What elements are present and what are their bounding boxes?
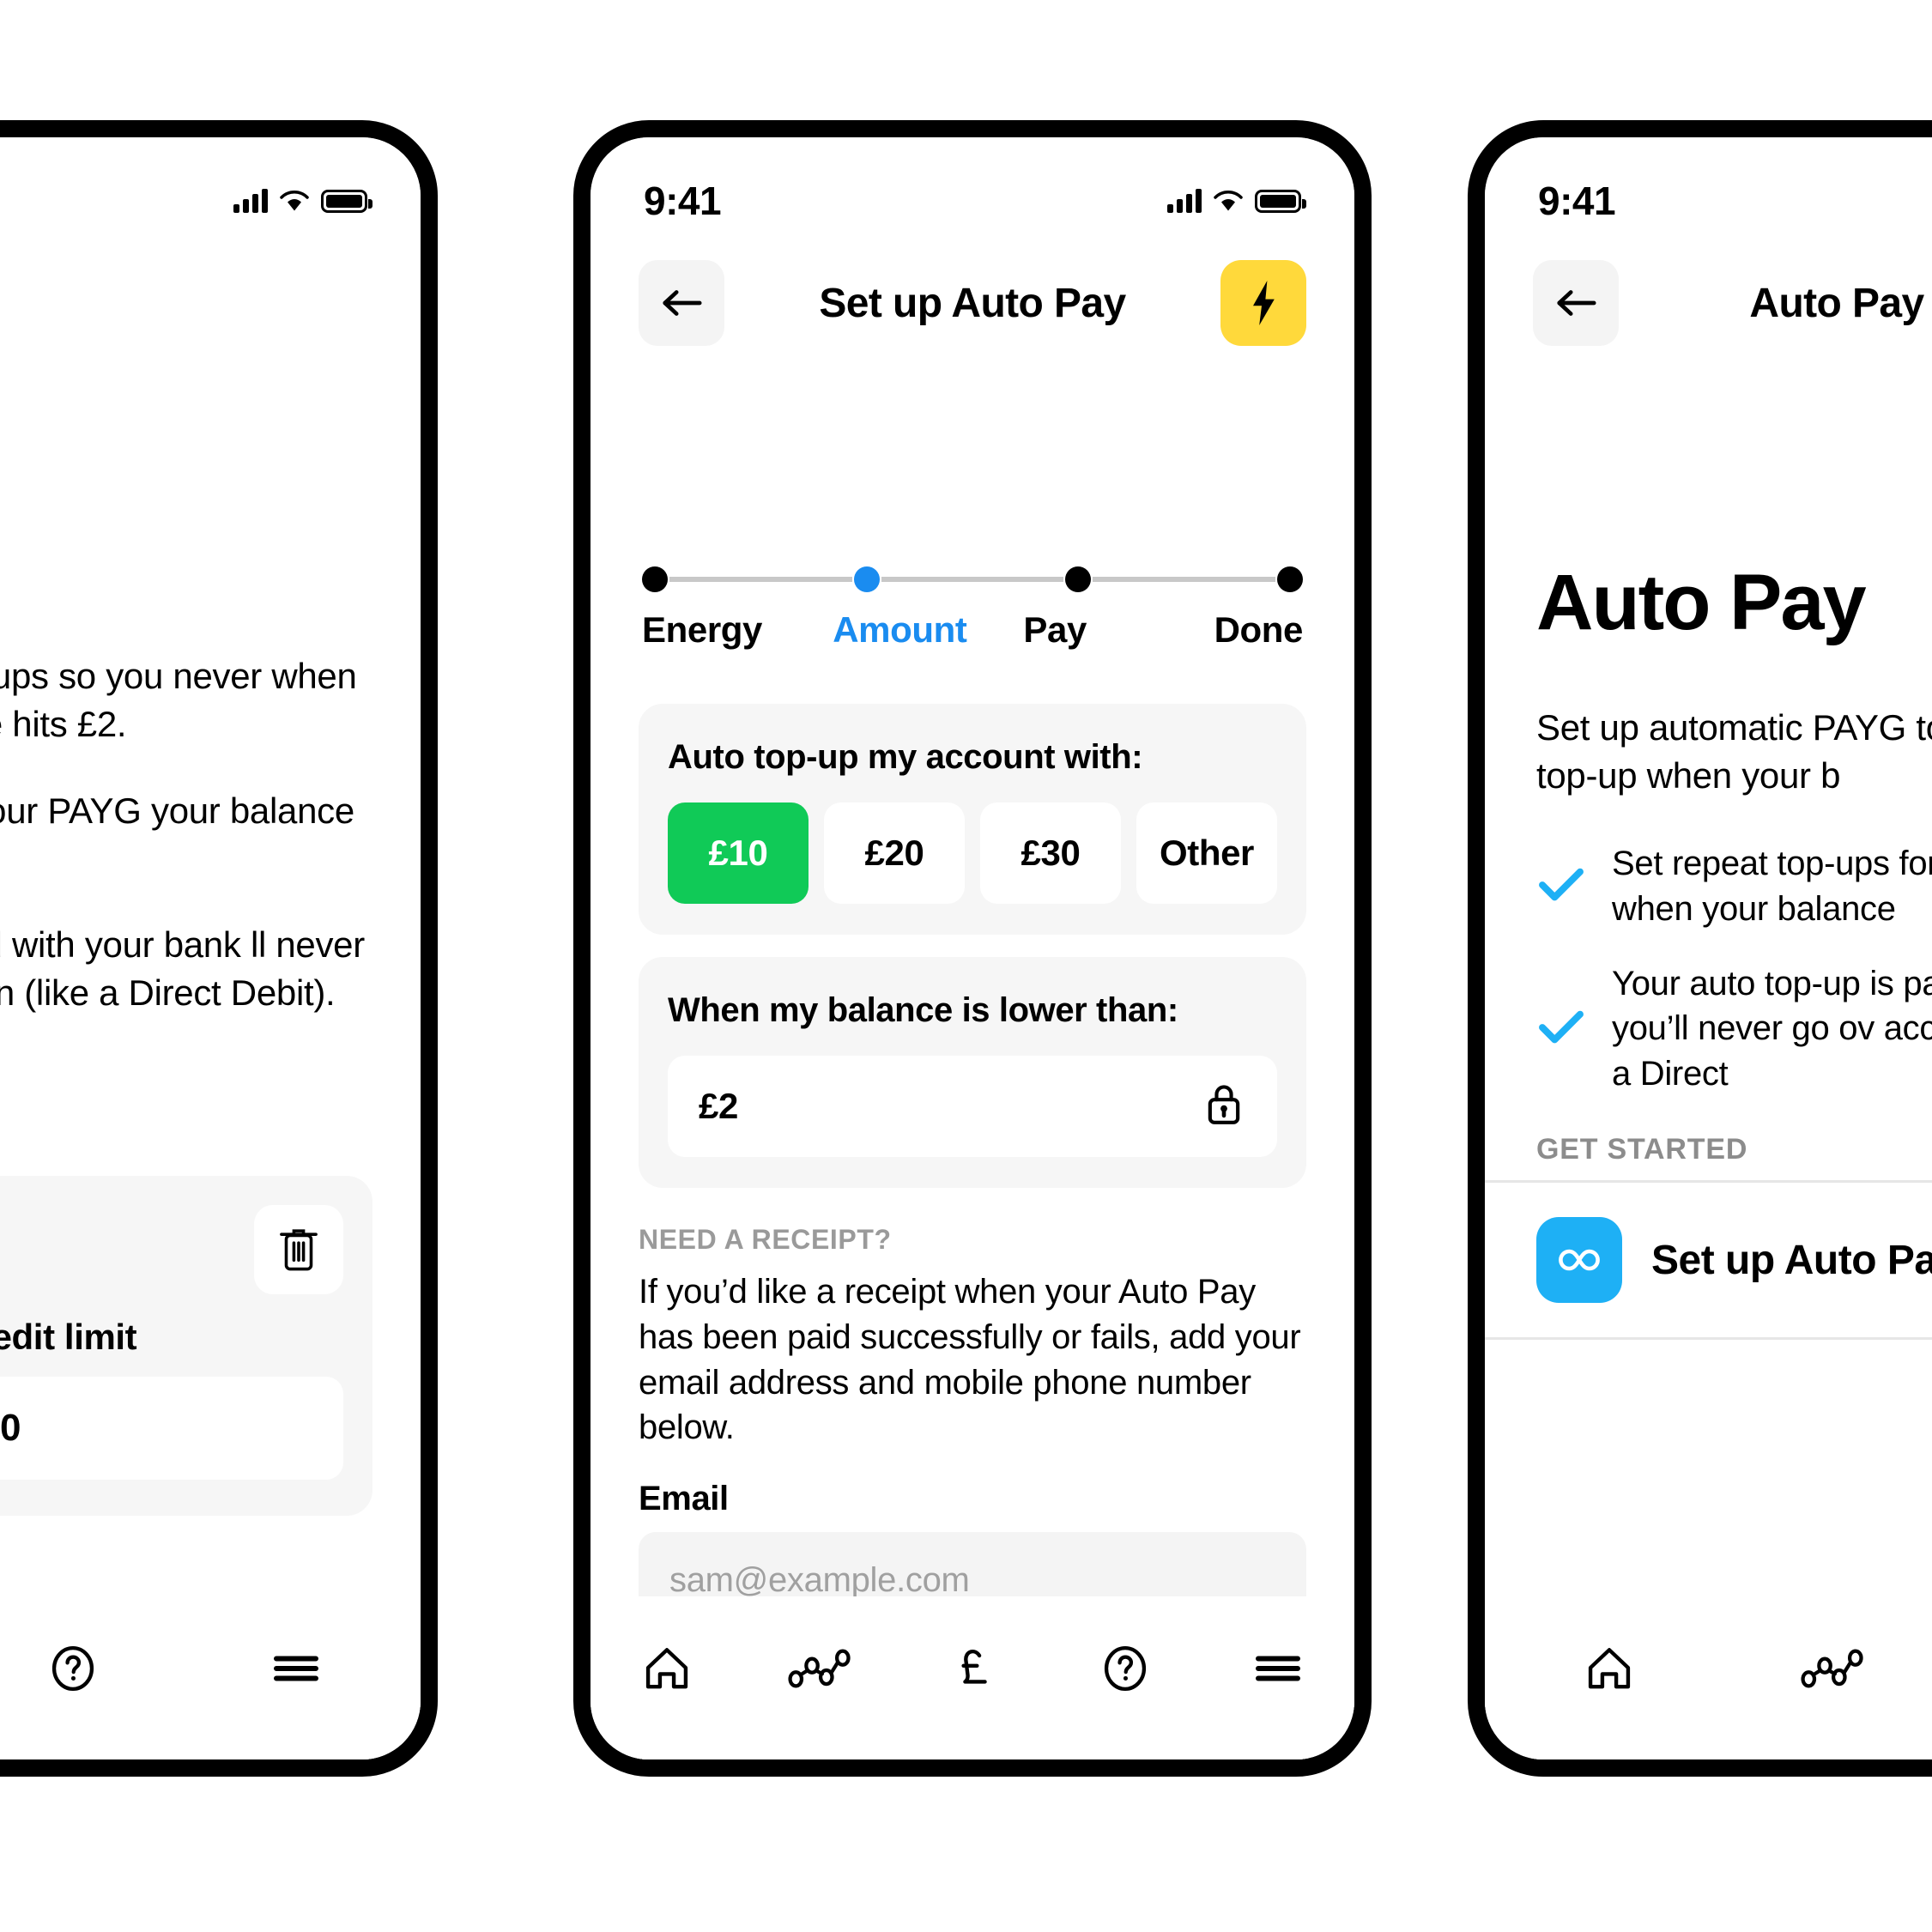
status-icons [1167, 189, 1306, 213]
credit-limit-label: Credit limit [0, 1317, 137, 1357]
auto-topup-title: Auto top-up my account with: [668, 738, 1143, 776]
status-bar [0, 137, 421, 240]
list-item-label: Set up Auto Pay [1651, 1237, 1932, 1283]
phone-right-screen: 9:41 Auto Pay Auto Pay Set up automatic … [1485, 137, 1932, 1759]
amount-option-30[interactable]: £30 [980, 802, 1121, 904]
tab-bar-center [591, 1596, 1354, 1759]
setup-stepper: Energy Amount Pay Done [591, 566, 1354, 651]
phone-center: 9:41 Set up Auto Pay Energy Amount Pay D… [573, 120, 1372, 1777]
status-bar-center: 9:41 [591, 137, 1354, 240]
amount-option-20[interactable]: £20 [824, 802, 965, 904]
receipt-body: If you’d like a receipt when your Auto P… [639, 1273, 1301, 1447]
paragraph-1: c PAYG top-ups so you never when your ba… [0, 656, 357, 745]
battery-icon [321, 189, 372, 213]
phone-left-screen: Auto Pay c PAYG top-ups so you never whe… [0, 137, 421, 1759]
step-label-energy: Energy [642, 609, 762, 650]
wifi-icon [1214, 190, 1243, 212]
tab-bar-left [0, 1596, 421, 1759]
tab-home-icon[interactable] [620, 1634, 714, 1703]
step-dot [642, 566, 668, 592]
phone-left: Auto Pay c PAYG top-ups so you never whe… [0, 120, 438, 1777]
screenshot-canvas: Auto Pay c PAYG top-ups so you never whe… [0, 0, 1932, 1932]
bolt-button[interactable] [1220, 260, 1306, 346]
infinity-icon [1536, 1217, 1622, 1303]
nav-bar-center: Set up Auto Pay [591, 247, 1354, 359]
status-icons [233, 189, 372, 213]
phone-center-screen: 9:41 Set up Auto Pay Energy Amount Pay D… [591, 137, 1354, 1759]
tab-usage-icon[interactable] [1785, 1634, 1880, 1703]
battery-icon [1255, 189, 1306, 213]
list-item-set-up-auto-pay[interactable]: Set up Auto Pay [1485, 1183, 1932, 1340]
step-dot-active [853, 566, 880, 592]
paragraph-2: op-ups for your PAYG your balance reache… [0, 790, 354, 831]
step-line [1093, 577, 1276, 582]
step-pay[interactable] [1065, 566, 1277, 592]
receipt-eyebrow: NEED A RECEIPT? [639, 1224, 892, 1255]
heading-auto-pay: Auto Pay [1536, 559, 1867, 646]
status-bar-right: 9:41 [1485, 137, 1932, 240]
tab-bar-right [1485, 1596, 1932, 1759]
wifi-icon [280, 190, 309, 212]
balance-threshold-card: When my balance is lower than: £2 [639, 957, 1306, 1188]
get-started-list: Set up Auto Pay [1485, 1180, 1932, 1340]
balance-threshold-field: £2 [668, 1056, 1277, 1157]
tab-menu-icon[interactable] [1231, 1634, 1325, 1703]
tab-usage-icon[interactable] [772, 1634, 867, 1703]
back-button[interactable] [1533, 260, 1619, 346]
step-label-done: Done [1214, 609, 1304, 650]
step-amount[interactable] [853, 566, 1066, 592]
credit-limit-fields: £2.00 [0, 1377, 343, 1480]
page-title: Auto Pay [0, 280, 372, 327]
step-line [669, 577, 852, 582]
balance-threshold-title: When my balance is lower than: [668, 991, 1178, 1029]
lock-icon [1202, 1079, 1246, 1135]
amount-option-10[interactable]: £10 [668, 802, 809, 904]
paragraph-3: op-up is paid with your bank ll never go… [0, 924, 365, 1014]
intro-text: Set up automatic PAYG top-u forget to to… [1536, 707, 1932, 796]
benefit-item: Set repeat top-ups for yo meter when you… [1536, 841, 1932, 932]
stepper-track [642, 566, 1304, 592]
credit-limit-card: Credit limit £2.00 [0, 1176, 372, 1516]
balance-threshold-value: £2 [699, 1086, 738, 1126]
tab-pound-icon[interactable] [925, 1634, 1020, 1703]
signal-icon [1167, 189, 1202, 213]
benefit-text: Set repeat top-ups for yo meter when you… [1612, 845, 1932, 928]
back-button[interactable] [639, 260, 724, 346]
tab-help-icon[interactable] [26, 1634, 120, 1703]
check-icon [1536, 1008, 1586, 1050]
step-energy[interactable] [642, 566, 854, 592]
status-time: 9:41 [1538, 179, 1616, 223]
step-done[interactable] [1277, 566, 1304, 592]
stepper-labels: Energy Amount Pay Done [642, 609, 1303, 651]
benefit-text: Your auto top-up is paid card, so you’ll… [1612, 964, 1932, 1093]
tab-home-icon[interactable] [1562, 1634, 1656, 1703]
tab-help-icon[interactable] [1078, 1634, 1172, 1703]
step-dot [1065, 566, 1092, 592]
phone-right: 9:41 Auto Pay Auto Pay Set up automatic … [1468, 120, 1932, 1777]
step-dot [1277, 566, 1304, 592]
step-line [881, 577, 1064, 582]
nav-bar-right: Auto Pay [1485, 247, 1932, 359]
benefit-list: Set repeat top-ups for yo meter when you… [1485, 841, 1932, 1126]
credit-limit-value[interactable]: £2.00 [0, 1377, 343, 1480]
check-icon [1536, 865, 1586, 907]
auto-topup-card: Auto top-up my account with: £10 £20 £30… [639, 704, 1306, 935]
delete-button[interactable] [254, 1205, 343, 1294]
page-title: Auto Pay [1749, 280, 1924, 326]
signal-icon [233, 189, 268, 213]
step-label-amount: Amount [833, 609, 967, 650]
status-time: 9:41 [644, 179, 722, 223]
amount-option-other[interactable]: Other [1136, 802, 1277, 904]
step-label-pay: Pay [1023, 609, 1087, 650]
tab-menu-icon[interactable] [249, 1634, 343, 1703]
amount-options: £10 £20 £30 Other [668, 802, 1277, 904]
get-started-eyebrow: GET STARTED [1536, 1133, 1748, 1166]
email-label: Email [639, 1480, 729, 1518]
benefit-item: Your auto top-up is paid card, so you’ll… [1536, 961, 1932, 1097]
page-title: Set up Auto Pay [819, 280, 1126, 326]
left-body-text: c PAYG top-ups so you never when your ba… [0, 652, 421, 1056]
nav-bar-left: Auto Pay [0, 247, 421, 359]
